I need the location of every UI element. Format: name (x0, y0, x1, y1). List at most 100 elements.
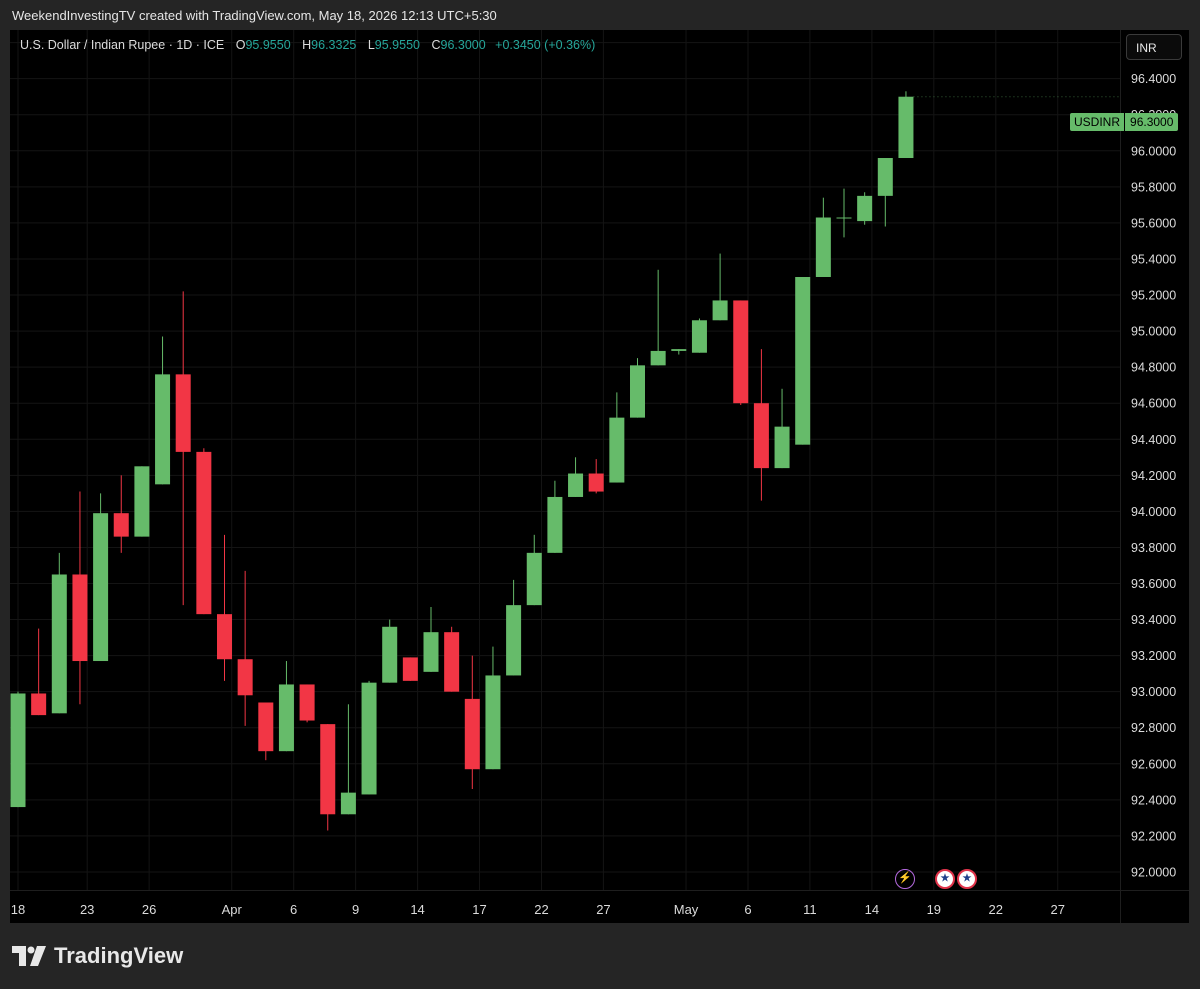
open-value: 95.9550 (245, 38, 291, 52)
candle-body-up (485, 675, 501, 770)
candle-body-down (733, 300, 749, 404)
price-tag-symbol: USDINR (1070, 113, 1125, 131)
y-tick-label: 95.4000 (1131, 252, 1176, 266)
open-label: O (235, 38, 246, 52)
x-tick-label: 11 (803, 902, 817, 917)
x-tick-label: May (674, 902, 699, 917)
candle-body-up (134, 466, 150, 537)
change-value: +0.3450 (+0.36%) (495, 38, 596, 52)
candle-body-up (898, 96, 914, 159)
low-label: L (367, 38, 375, 52)
candle-body-up (382, 626, 398, 683)
y-tick-label: 95.0000 (1131, 325, 1176, 339)
y-tick-label: 94.6000 (1131, 397, 1176, 411)
tradingview-logo[interactable]: TradingView (12, 943, 183, 969)
candle-body-up (774, 426, 790, 469)
candle-body-down (72, 574, 88, 662)
candle-body-up (340, 792, 356, 815)
candle-body-up (423, 632, 439, 672)
candle-body-up (278, 684, 294, 752)
x-tick-label: 23 (80, 902, 94, 917)
x-tick-label: 22 (989, 902, 1003, 917)
candle-body-down (237, 659, 253, 696)
candle-body-up (526, 552, 542, 606)
candle-body-up (630, 365, 645, 418)
last-price-tag: USDINR 96.3000 (1070, 113, 1179, 131)
candle-body-up (10, 693, 26, 808)
y-tick-label: 92.6000 (1131, 757, 1176, 771)
close-value: 96.3000 (440, 38, 486, 52)
x-tick-label: 26 (142, 902, 156, 917)
candle-body-up (691, 320, 707, 353)
y-tick-label: 93.8000 (1131, 541, 1176, 555)
candle-body-down (588, 473, 604, 492)
symbol-legend: U.S. Dollar / Indian Rupee · 1D · ICE O9… (20, 38, 595, 52)
lightning-icon[interactable]: ⚡ (895, 869, 915, 889)
candle-body-up (877, 158, 893, 196)
chart-frame[interactable]: 96.600096.400096.200096.000095.800095.60… (10, 30, 1189, 923)
candle-body-up (93, 513, 109, 662)
x-tick-label: 27 (1050, 902, 1064, 917)
y-tick-label: 96.4000 (1131, 72, 1176, 86)
candle-body-up (671, 349, 687, 351)
candle-body-down (217, 614, 232, 660)
candle-body-up (650, 350, 666, 366)
candle-body-up (568, 473, 584, 497)
y-tick-label: 94.0000 (1131, 505, 1176, 519)
y-tick-label: 93.0000 (1131, 685, 1176, 699)
candle-body-up (815, 217, 831, 278)
x-tick-label: 6 (290, 902, 297, 917)
x-tick-label: 17 (472, 902, 486, 917)
candle-body-up (361, 682, 377, 795)
legend-title: U.S. Dollar / Indian Rupee · 1D · ICE (20, 38, 225, 52)
candle-body-down (258, 702, 274, 752)
candle-body-up (857, 195, 873, 222)
y-tick-label: 95.6000 (1131, 216, 1176, 230)
y-tick-label: 93.2000 (1131, 649, 1176, 663)
us-flag-icon[interactable]: ★ (935, 869, 955, 889)
us-flag-icon[interactable]: ★ (957, 869, 977, 889)
y-tick-label: 92.2000 (1131, 829, 1176, 843)
x-tick-label: 19 (927, 902, 941, 917)
candle-body-down (196, 451, 212, 615)
tradingview-logo-icon (12, 946, 46, 966)
candle-body-down (753, 403, 769, 469)
candlestick-chart[interactable]: 96.600096.400096.200096.000095.800095.60… (10, 30, 1189, 923)
y-tick-label: 92.4000 (1131, 793, 1176, 807)
x-tick-label: 9 (352, 902, 359, 917)
y-tick-label: 94.4000 (1131, 433, 1176, 447)
candle-body-up (51, 574, 67, 714)
y-tick-label: 94.2000 (1131, 469, 1176, 483)
candle-body-up (547, 496, 563, 553)
candle-body-up (795, 277, 811, 445)
y-tick-label: 95.8000 (1131, 180, 1176, 194)
candle-body-up (836, 217, 852, 219)
high-value: 96.3325 (311, 38, 357, 52)
high-label: H (302, 38, 312, 52)
x-tick-label: 22 (534, 902, 548, 917)
y-tick-label: 93.4000 (1131, 613, 1176, 627)
candle-body-up (712, 300, 728, 321)
y-tick-label: 96.0000 (1131, 144, 1176, 158)
candle-body-down (113, 513, 129, 537)
candle-body-up (506, 605, 522, 676)
y-tick-label: 94.8000 (1131, 361, 1176, 375)
x-tick-label: 14 (865, 902, 879, 917)
y-tick-label: 92.0000 (1131, 865, 1176, 879)
candle-body-down (402, 657, 418, 681)
currency-selector[interactable]: INR (1126, 34, 1182, 60)
candle-body-down (31, 693, 47, 716)
x-tick-label: Apr (222, 902, 243, 917)
brand-name: TradingView (54, 943, 184, 968)
x-tick-label: 27 (596, 902, 610, 917)
candle-body-down (299, 684, 315, 721)
y-tick-label: 93.6000 (1131, 577, 1176, 591)
low-value: 95.9550 (374, 38, 420, 52)
y-tick-label: 92.8000 (1131, 721, 1176, 735)
candle-body-down (444, 632, 460, 692)
price-tag-value: 96.3000 (1125, 113, 1179, 131)
candle-body-down (320, 724, 336, 815)
x-tick-label: 18 (11, 902, 25, 917)
y-tick-label: 95.2000 (1131, 289, 1176, 303)
close-label: C (431, 38, 441, 52)
